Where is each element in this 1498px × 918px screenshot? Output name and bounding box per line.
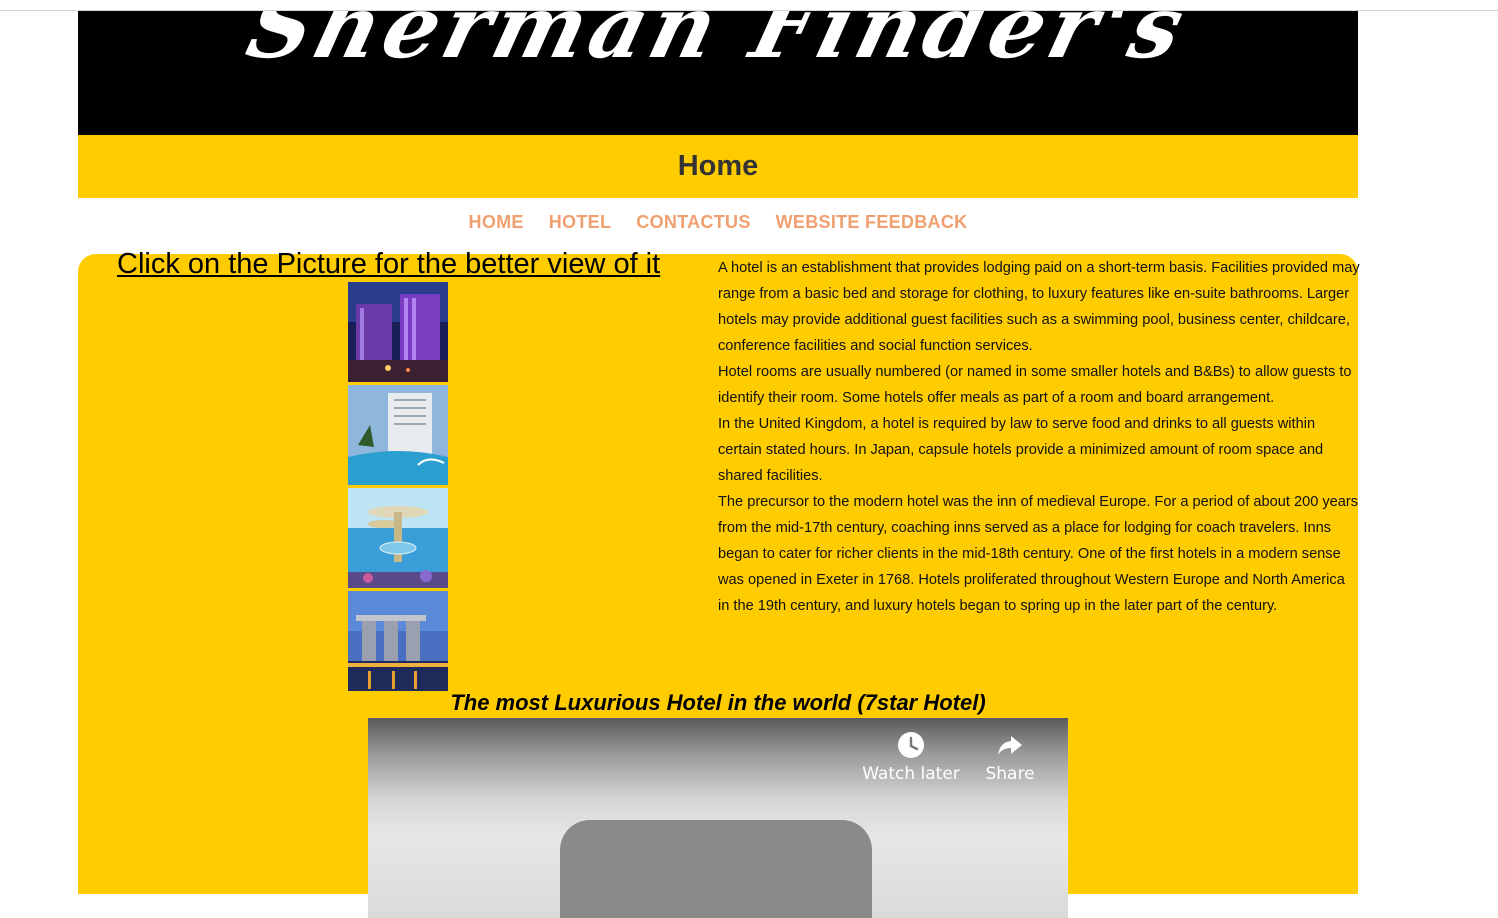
watch-later-button[interactable]: Watch later xyxy=(861,730,961,784)
nav-link-contactus[interactable]: CONTACTUS xyxy=(636,212,750,232)
nav-link-website-feedback[interactable]: WEBSITE FEEDBACK xyxy=(776,212,968,232)
share-label: Share xyxy=(985,764,1035,784)
hotel-photo-4[interactable] xyxy=(348,591,448,691)
nav-link-hotel[interactable]: HOTEL xyxy=(549,212,612,232)
video-caption: The most Luxurious Hotel in the world (7… xyxy=(450,690,986,715)
clock-icon xyxy=(898,732,924,758)
site-title: Sherman Finder's xyxy=(237,11,1199,78)
site-banner: Sherman Finder's xyxy=(78,11,1358,135)
page-title: Home xyxy=(78,135,1358,198)
gallery-title-link[interactable]: Click on the Picture for the better view… xyxy=(117,248,660,281)
main-nav: HOME HOTEL CONTACTUS WEBSITE FEEDBACK xyxy=(78,212,1358,233)
main-content: Click on the Picture for the better view… xyxy=(78,248,1360,918)
info-paragraph: The precursor to the modern hotel was th… xyxy=(718,494,1359,614)
video-thumbnail-shape xyxy=(560,820,872,918)
info-paragraph: Hotel rooms are usually numbered (or nam… xyxy=(718,364,1352,406)
share-icon xyxy=(998,736,1022,755)
hotel-photo-1[interactable] xyxy=(348,282,448,382)
watch-later-label: Watch later xyxy=(862,764,960,784)
embedded-video[interactable]: Watch later Share xyxy=(368,718,1068,918)
nav-link-home[interactable]: HOME xyxy=(469,212,524,232)
hotel-photo-3[interactable] xyxy=(348,488,448,588)
info-paragraph: A hotel is an establishment that provide… xyxy=(718,260,1360,354)
hotel-photo-2[interactable] xyxy=(348,385,448,485)
hotel-info-text: A hotel is an establishment that provide… xyxy=(718,255,1360,619)
info-paragraph: In the United Kingdom, a hotel is requir… xyxy=(718,416,1324,484)
share-button[interactable]: Share xyxy=(960,730,1060,784)
